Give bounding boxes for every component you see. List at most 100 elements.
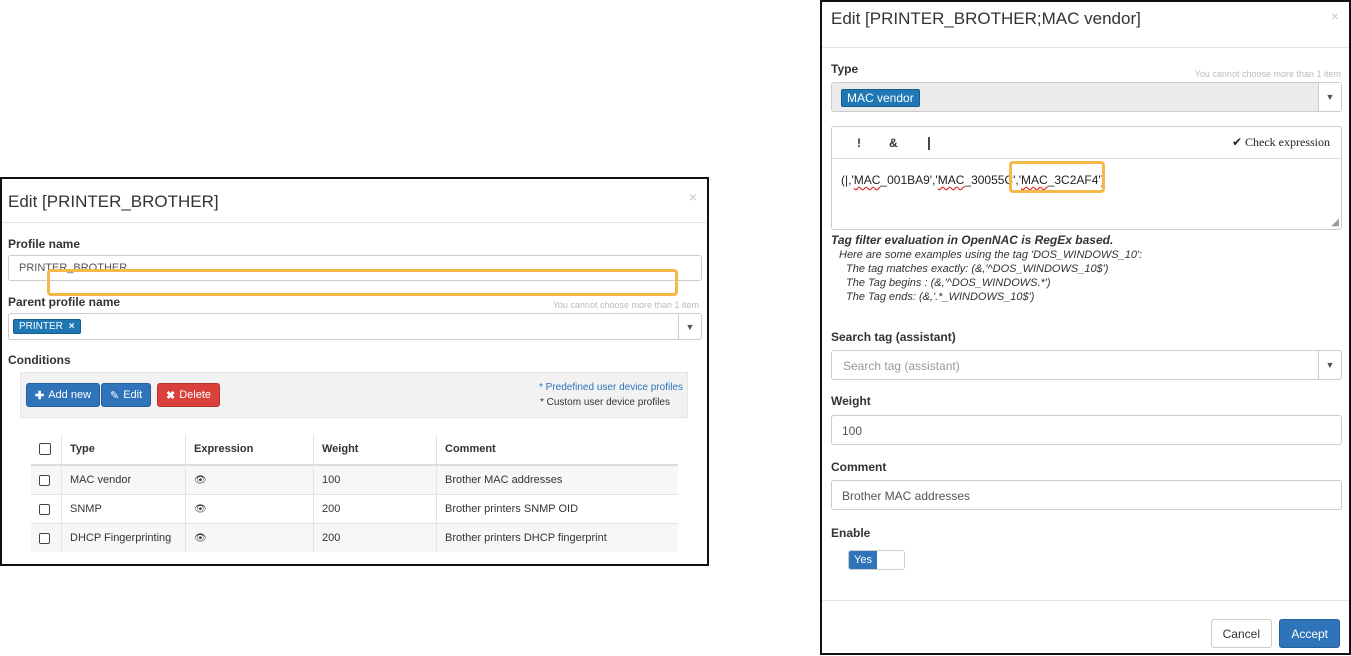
eye-icon[interactable]: 👁 bbox=[194, 504, 207, 515]
cancel-label: Cancel bbox=[1222, 626, 1260, 641]
dialog-header: Edit [PRINTER_BROTHER] × bbox=[2, 179, 707, 223]
not-operator-button[interactable]: ! bbox=[857, 136, 861, 150]
row-weight: 200 bbox=[313, 494, 437, 524]
row-select-cell bbox=[31, 464, 62, 495]
weight-label: Weight bbox=[831, 394, 871, 408]
check-icon: ✔ bbox=[1231, 135, 1243, 149]
comment-label: Comment bbox=[831, 460, 887, 474]
search-tag-select[interactable]: Search tag (assistant) ▼ bbox=[831, 350, 1342, 380]
check-expression-button[interactable]: ✔ Check expression bbox=[1232, 135, 1330, 150]
expression-cell: 👁 bbox=[185, 464, 314, 495]
edit-button[interactable]: ✎ Edit bbox=[101, 383, 152, 407]
plus-icon: ✚ bbox=[35, 389, 45, 402]
row-weight: 100 bbox=[313, 464, 437, 495]
enable-toggle[interactable]: Yes bbox=[848, 550, 905, 570]
add-new-button[interactable]: ✚ Add new bbox=[26, 383, 101, 407]
delete-label: Delete bbox=[179, 389, 212, 401]
comment-input[interactable]: Brother MAC addresses bbox=[831, 480, 1342, 510]
help-title: Tag filter evaluation in OpenNAC is RegE… bbox=[831, 233, 1114, 247]
parent-profile-hint: You cannot choose more than 1 item bbox=[552, 300, 699, 310]
row-checkbox[interactable] bbox=[39, 474, 50, 486]
type-select[interactable]: MAC vendor ▼ bbox=[831, 82, 1342, 112]
row-comment: Brother MAC addresses bbox=[436, 464, 678, 495]
row-checkbox[interactable] bbox=[39, 532, 50, 544]
pencil-icon: ✎ bbox=[110, 389, 120, 402]
row-type: DHCP Fingerprinting bbox=[61, 523, 186, 552]
expression-toolbar: ! & | ✔ Check expression bbox=[832, 127, 1341, 159]
tag-remove-icon[interactable]: × bbox=[69, 321, 75, 332]
profile-name-value: PRINTER_BROTHER bbox=[19, 262, 128, 274]
expression-cell: 👁 bbox=[185, 494, 314, 524]
profile-name-input[interactable]: PRINTER_BROTHER bbox=[8, 255, 702, 281]
select-all-cell bbox=[31, 434, 62, 466]
accept-button[interactable]: Accept bbox=[1279, 619, 1340, 648]
type-tag: MAC vendor bbox=[841, 89, 920, 107]
expression-prefix: (|,' bbox=[841, 173, 854, 187]
chevron-down-icon[interactable]: ▼ bbox=[1318, 83, 1341, 111]
dialog-title: Edit [PRINTER_BROTHER] bbox=[8, 192, 219, 211]
table-row[interactable]: SNMP 👁 200 Brother printers SNMP OID bbox=[31, 494, 678, 524]
conditions-table: Type Expression Weight Comment MAC vendo… bbox=[31, 434, 678, 552]
column-header-weight[interactable]: Weight bbox=[313, 434, 437, 466]
row-type: SNMP bbox=[61, 494, 186, 524]
row-type: MAC vendor bbox=[61, 464, 186, 495]
and-operator-button[interactable]: & bbox=[889, 136, 898, 150]
column-header-type[interactable]: Type bbox=[61, 434, 186, 466]
parent-profile-label: Parent profile name bbox=[8, 295, 121, 309]
conditions-panel: ✚ Add new ✎ Edit ✖ Delete * Predefined u… bbox=[18, 269, 690, 555]
weight-input[interactable]: 100 bbox=[831, 415, 1342, 445]
table-row[interactable]: DHCP Fingerprinting 👁 200 Brother printe… bbox=[31, 523, 678, 552]
expression-cell: 👁 bbox=[185, 523, 314, 552]
parent-profile-select[interactable]: PRINTER × ▼ bbox=[8, 313, 702, 340]
parent-profile-tag: PRINTER × bbox=[13, 319, 81, 334]
legend-custom: * Custom user device profiles bbox=[539, 397, 670, 408]
expression-textarea[interactable]: (|,'MAC_001BA9','MAC_30055C','MAC_3C2AF4… bbox=[841, 173, 1105, 187]
expression-mac-1: MAC bbox=[853, 173, 881, 187]
resize-handle-icon[interactable]: ◢ bbox=[1331, 217, 1339, 228]
eye-icon[interactable]: 👁 bbox=[194, 475, 207, 486]
or-operator-button[interactable]: | bbox=[927, 134, 931, 150]
expression-part-1: _001BA9',' bbox=[880, 173, 938, 187]
close-icon[interactable]: × bbox=[1331, 8, 1339, 24]
chevron-down-icon[interactable]: ▼ bbox=[1318, 351, 1341, 379]
check-expression-label: Check expression bbox=[1245, 135, 1330, 149]
column-header-comment[interactable]: Comment bbox=[436, 434, 678, 466]
times-icon: ✖ bbox=[166, 389, 176, 402]
dialog-title: Edit [PRINTER_BROTHER;MAC vendor] bbox=[831, 9, 1141, 28]
cancel-button[interactable]: Cancel bbox=[1210, 619, 1272, 648]
eye-icon[interactable]: 👁 bbox=[194, 533, 207, 544]
delete-button[interactable]: ✖ Delete bbox=[157, 383, 221, 407]
type-label: Type bbox=[831, 62, 859, 76]
table-row[interactable]: MAC vendor 👁 100 Brother MAC addresses bbox=[31, 464, 678, 495]
expression-part-2: _30055C', bbox=[964, 173, 1019, 187]
column-header-expression[interactable]: Expression bbox=[185, 434, 314, 466]
chevron-down-icon[interactable]: ▼ bbox=[678, 314, 701, 339]
edit-condition-dialog: Edit [PRINTER_BROTHER;MAC vendor] × Type… bbox=[820, 0, 1351, 655]
weight-value: 100 bbox=[842, 424, 863, 438]
edit-label: Edit bbox=[123, 389, 143, 401]
help-line-2: The tag matches exactly: (&,'^DOS_WINDOW… bbox=[846, 263, 1109, 275]
dialog-header: Edit [PRINTER_BROTHER;MAC vendor] × bbox=[822, 2, 1349, 48]
expression-mac-3: MAC bbox=[1021, 173, 1048, 187]
row-comment: Brother printers DHCP fingerprint bbox=[436, 523, 678, 552]
row-select-cell bbox=[31, 523, 62, 552]
select-all-checkbox[interactable] bbox=[39, 443, 51, 456]
type-hint: You cannot choose more than 1 item bbox=[1194, 69, 1341, 79]
legend-predefined: * Predefined user device profiles bbox=[539, 382, 683, 393]
expression-mac-2: MAC bbox=[937, 173, 965, 187]
enable-toggle-on: Yes bbox=[849, 551, 877, 569]
close-icon[interactable]: × bbox=[689, 189, 697, 205]
row-weight: 200 bbox=[313, 523, 437, 552]
add-new-label: Add new bbox=[48, 389, 92, 401]
row-checkbox[interactable] bbox=[39, 503, 50, 515]
expression-editor: ! & | ✔ Check expression (|,'MAC_001BA9'… bbox=[831, 126, 1342, 230]
accept-label: Accept bbox=[1291, 626, 1328, 641]
help-line-3: The Tag begins : (&,'^DOS_WINDOWS.*') bbox=[846, 277, 1051, 289]
parent-profile-tag-label: PRINTER bbox=[19, 321, 63, 332]
search-tag-label: Search tag (assistant) bbox=[831, 330, 956, 344]
row-select-cell bbox=[31, 494, 62, 524]
comment-value: Brother MAC addresses bbox=[842, 489, 971, 503]
search-tag-placeholder: Search tag (assistant) bbox=[843, 359, 960, 373]
help-line-1: Here are some examples using the tag 'DO… bbox=[839, 249, 1143, 261]
enable-label: Enable bbox=[831, 526, 871, 540]
